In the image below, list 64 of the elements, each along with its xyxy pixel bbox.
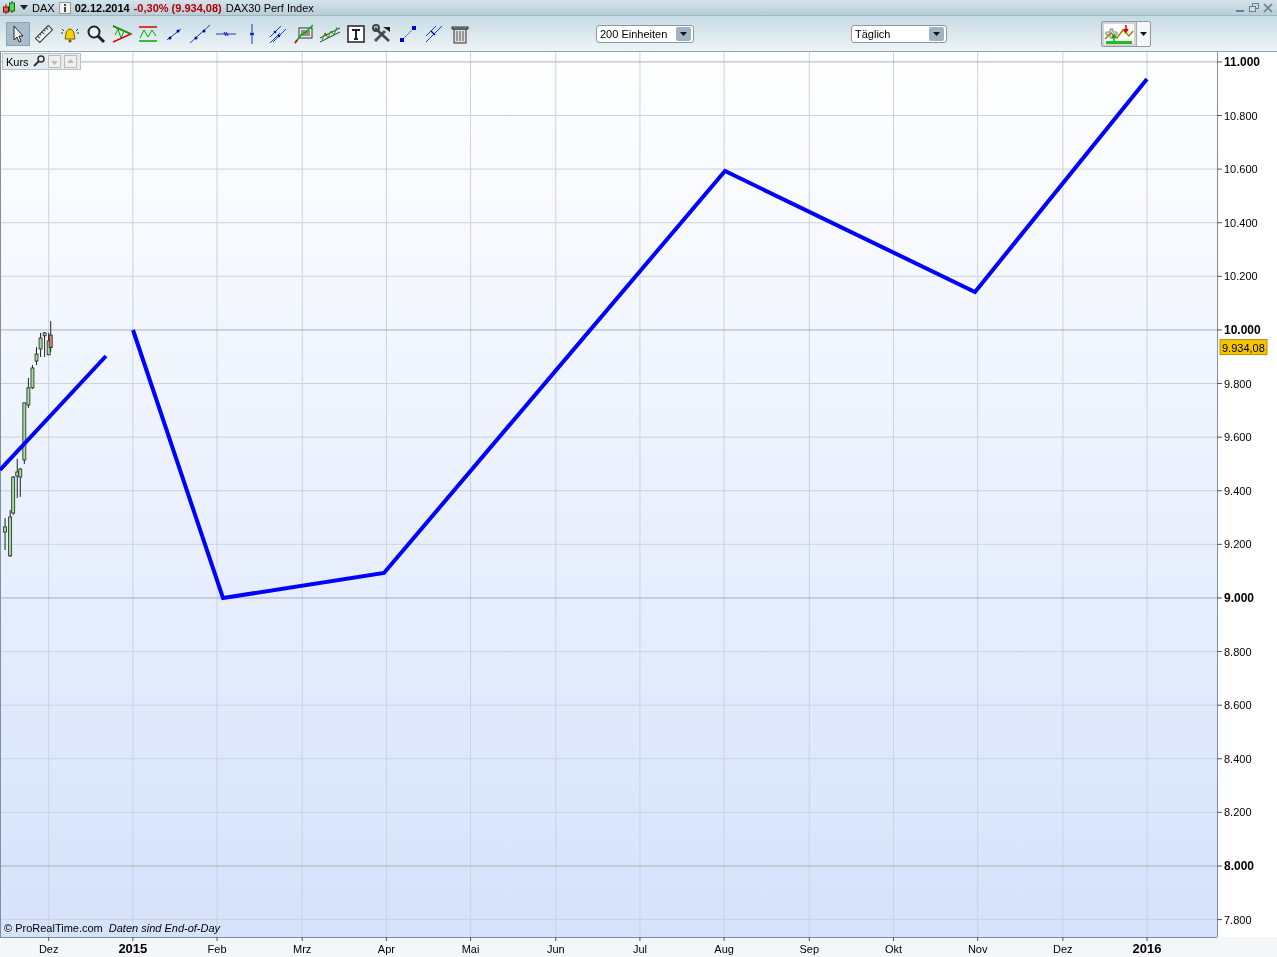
x-axis-label: Feb	[207, 943, 227, 955]
y-axis-label: 8.000	[1224, 858, 1255, 873]
x-axis-label: Mai	[461, 943, 480, 955]
x-axis-label: Mrz	[293, 943, 312, 955]
close-icon[interactable]	[1263, 2, 1273, 13]
x-axis-label: Sep	[799, 943, 820, 955]
horizontal-line-icon	[215, 30, 237, 37]
x-axis-label: Dez	[38, 943, 59, 955]
y-axis-label: 10.200	[1224, 270, 1258, 283]
y-axis-label: 10.800	[1224, 109, 1258, 122]
x-axis-label: Jul	[632, 943, 647, 955]
x-axis-label: Aug	[714, 943, 734, 955]
info-icon[interactable]	[58, 1, 71, 14]
x-axis-label: Jun	[546, 943, 565, 955]
interval-dropdown[interactable]: Täglich	[851, 24, 947, 43]
y-axis-label: 7.800	[1224, 913, 1252, 926]
y-axis-label: 8.600	[1224, 699, 1252, 712]
line-icon	[189, 22, 211, 45]
x-axis-label: Dez	[1053, 943, 1073, 955]
candlestick	[3, 517, 7, 551]
tools-icon	[371, 22, 393, 45]
copyright-text: © ProRealTime.com	[4, 922, 103, 934]
y-axis-label: 9.200	[1224, 538, 1252, 551]
indicator-chart-icon	[1102, 21, 1136, 46]
y-axis-label: 10.600	[1224, 163, 1258, 176]
symbol-label: DAX	[32, 1, 55, 14]
price-change-label: -0,30% (9.934,08)	[133, 1, 222, 14]
pointer-tool-button[interactable]	[6, 21, 30, 46]
y-axis-label: 9.400	[1224, 484, 1252, 497]
y-axis-label: 9.000	[1224, 590, 1255, 605]
x-axis-label: Apr	[377, 943, 395, 955]
x-axis-label: 2016	[1132, 941, 1162, 956]
candlestick	[38, 332, 43, 358]
y-axis-label: 8.800	[1224, 645, 1252, 658]
candlestick	[30, 364, 35, 390]
y-axis-label: 10.000	[1224, 322, 1261, 337]
candlestick	[26, 377, 31, 409]
units-dropdown[interactable]: 200 Einheiten	[596, 24, 694, 43]
restore-icon[interactable]	[1249, 2, 1259, 13]
panel-label: Kurs	[6, 55, 29, 68]
text-tool-icon	[345, 22, 367, 45]
y-axis-label: 8.400	[1224, 752, 1252, 765]
y-axis-label: 8.200	[1224, 806, 1252, 819]
y-axis-label: 9.800	[1224, 377, 1252, 390]
y-axis-label: 10.400	[1224, 216, 1258, 229]
x-axis-label: Nov	[967, 943, 988, 955]
data-note: Daten sind End-of-Day	[108, 922, 221, 934]
y-axis-label: 11.000	[1224, 54, 1261, 69]
x-axis-label: Okt	[884, 943, 903, 955]
candlestick	[48, 320, 53, 353]
candlestick-icon	[2, 1, 16, 14]
candlestick	[15, 458, 20, 499]
triangle-pattern-icon	[111, 22, 133, 45]
x-axis-label: 2015	[118, 941, 148, 956]
caret-icon[interactable]	[20, 4, 28, 11]
date-label: 02.12.2014	[74, 1, 130, 14]
y-axis-label: 9.600	[1224, 431, 1252, 444]
vertical-line-icon	[249, 22, 255, 45]
last-price-label: 9.934,08	[1219, 339, 1268, 356]
caret-icon[interactable]	[1136, 21, 1150, 46]
candlestick	[18, 467, 23, 498]
candlestick	[42, 331, 47, 358]
instrument-name: DAX30 Perf Index	[225, 1, 314, 14]
indicator-button[interactable]	[1101, 20, 1151, 47]
